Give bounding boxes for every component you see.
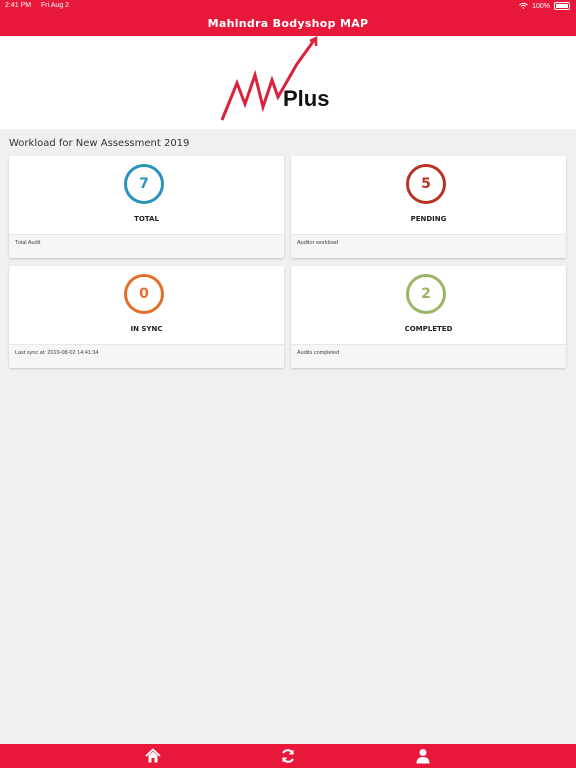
app-title: Mahindra Bodyshop MAP [207,17,369,30]
completed-count: 2 [406,274,446,314]
status-bar-right: 100% [519,2,570,10]
pending-count: 5 [406,164,446,204]
logo-banner: Plus [0,36,576,129]
card-label-completed: COMPLETED [404,325,453,333]
card-label-in-sync: IN SYNC [130,325,163,333]
battery-percent: 100% [532,2,550,10]
in-sync-count: 0 [124,274,164,314]
card-total[interactable]: 7 TOTAL Total Audit [9,156,284,258]
battery-icon [554,2,570,10]
card-label-pending: PENDING [410,215,447,223]
sync-icon[interactable] [280,748,296,764]
header-bar: 2:41 PM Fri Aug 2 100% Mahindra Bodyshop… [0,0,576,36]
user-icon[interactable] [415,748,431,764]
bottom-tab-bar [0,744,576,768]
card-completed[interactable]: 2 COMPLETED Audits completed [291,266,566,368]
card-footer-in-sync: Last sync at: 2019-08-02 14:41:34 [15,350,99,356]
logo-text: Plus [283,86,329,111]
home-icon[interactable] [145,748,161,764]
status-date: Fri Aug 2 [41,2,70,9]
app-logo: Plus [220,36,329,121]
section-title: Workload for New Assessment 2019 [9,138,190,149]
status-time: 2:41 PM [5,2,32,9]
card-footer-pending: Auditor workload [297,240,338,246]
card-footer-total: Total Audit [15,240,41,246]
total-count: 7 [124,164,164,204]
card-label-total: TOTAL [134,215,159,223]
card-in-sync[interactable]: 0 IN SYNC Last sync at: 2019-08-02 14:41… [9,266,284,368]
card-footer-completed: Audits completed [297,350,340,356]
card-pending[interactable]: 5 PENDING Auditor workload [291,156,566,258]
wifi-icon [519,3,528,9]
status-bar-left: 2:41 PM Fri Aug 2 [5,2,77,9]
